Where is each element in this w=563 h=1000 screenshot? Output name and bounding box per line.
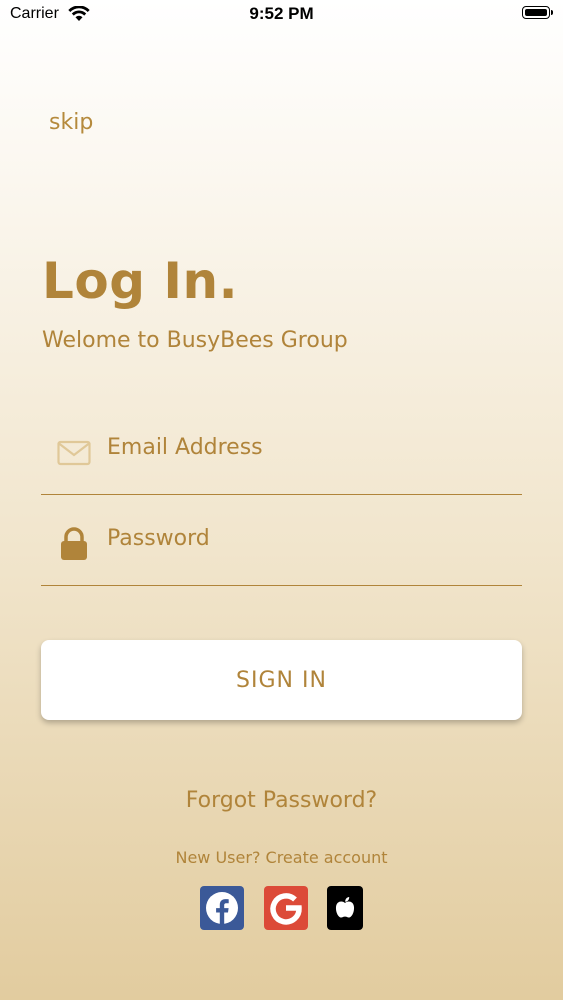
apple-icon (335, 897, 355, 918)
status-time: 9:52 PM (249, 4, 314, 23)
create-account-link[interactable]: New User? Create account (0, 848, 563, 867)
facebook-login-button[interactable] (200, 886, 244, 930)
google-icon (270, 893, 302, 925)
sign-in-button[interactable]: SIGN IN (41, 640, 522, 720)
forgot-password-link[interactable]: Forgot Password? (0, 788, 563, 813)
page-subtitle: Welome to BusyBees Group (42, 328, 348, 353)
skip-link[interactable]: skip (49, 110, 93, 135)
password-input[interactable] (107, 523, 507, 553)
email-input[interactable] (107, 432, 507, 462)
email-field (41, 432, 522, 495)
page-title: Log In. (42, 252, 239, 310)
lock-icon (61, 527, 87, 560)
battery-icon (522, 6, 553, 19)
google-login-button[interactable] (264, 886, 308, 930)
status-bar: Carrier 9:52 PM (0, 0, 563, 30)
facebook-icon (206, 892, 238, 925)
envelope-icon (57, 440, 91, 466)
password-field (41, 523, 522, 586)
apple-login-button[interactable] (327, 886, 363, 930)
